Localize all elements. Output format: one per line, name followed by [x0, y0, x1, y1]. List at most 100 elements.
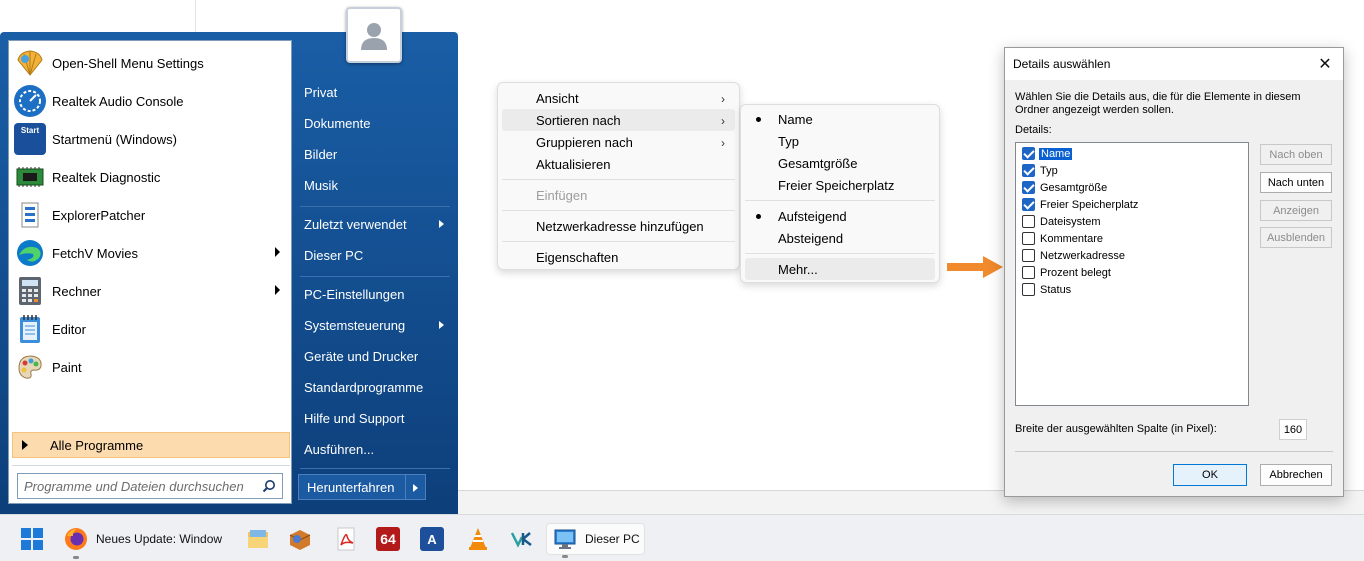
- checkbox-unchecked[interactable]: [1022, 215, 1035, 228]
- detail-row-status[interactable]: Status: [1022, 281, 1072, 298]
- sort-item-typ[interactable]: Typ: [745, 130, 935, 152]
- program-item-startmenu-windows[interactable]: Start Startmenü (Windows): [12, 121, 288, 157]
- program-item-open-shell-settings[interactable]: Open-Shell Menu Settings: [12, 45, 288, 81]
- search-input[interactable]: [24, 478, 252, 494]
- sort-item-name[interactable]: Name: [745, 108, 935, 130]
- detail-row-typ[interactable]: Typ: [1022, 162, 1059, 179]
- context-item-gruppieren-nach[interactable]: Gruppieren nach ›: [502, 131, 735, 153]
- detail-label: Freier Speicherplatz: [1040, 198, 1139, 211]
- sort-item-freier-speicherplatz[interactable]: Freier Speicherplatz: [745, 174, 935, 196]
- dialog-title-bar: Details auswählen: [1005, 48, 1343, 80]
- start-right-item-dieser-pc[interactable]: Dieser PC: [304, 242, 454, 268]
- move-down-button[interactable]: Nach unten: [1260, 172, 1332, 193]
- show-button[interactable]: Anzeigen: [1260, 200, 1332, 221]
- shutdown-button[interactable]: Herunterfahren: [298, 474, 406, 500]
- checkbox-checked[interactable]: [1022, 164, 1035, 177]
- detail-label: Gesamtgröße: [1040, 181, 1108, 194]
- checkbox-unchecked[interactable]: [1022, 249, 1035, 262]
- checkbox-checked[interactable]: [1022, 198, 1035, 211]
- sort-item-gesamtgroesse[interactable]: Gesamtgröße: [745, 152, 935, 174]
- column-width-input[interactable]: 160: [1279, 419, 1307, 440]
- taskbar-vk[interactable]: [510, 523, 534, 555]
- shutdown-options-button[interactable]: [406, 474, 426, 500]
- taskbar-pdf[interactable]: [334, 523, 358, 555]
- start-right-item-ausfuehren[interactable]: Ausführen...: [304, 436, 454, 462]
- start-right-item-zuletzt-verwendet[interactable]: Zuletzt verwendet: [304, 211, 454, 237]
- calculator-icon: [14, 275, 46, 307]
- search-icon[interactable]: [262, 479, 276, 493]
- taskbar-package[interactable]: [288, 523, 312, 555]
- checkbox-unchecked[interactable]: [1022, 266, 1035, 279]
- start-right-item-privat[interactable]: Privat: [304, 79, 454, 105]
- detail-row-gesamtgroesse[interactable]: Gesamtgröße: [1022, 179, 1108, 196]
- checkbox-unchecked[interactable]: [1022, 283, 1035, 296]
- start-right-item-geraete-drucker[interactable]: Geräte und Drucker: [304, 343, 454, 369]
- context-item-eigenschaften[interactable]: Eigenschaften: [502, 246, 735, 268]
- detail-row-freier-speicherplatz[interactable]: Freier Speicherplatz: [1022, 196, 1139, 213]
- start-right-item-standardprogramme[interactable]: Standardprogramme: [304, 374, 454, 400]
- program-item-rechner[interactable]: Rechner: [12, 273, 288, 309]
- sort-item-mehr[interactable]: Mehr...: [745, 258, 935, 280]
- context-item-sortieren-nach[interactable]: Sortieren nach ›: [502, 109, 735, 131]
- taskbar-font-app[interactable]: A: [420, 523, 444, 555]
- sort-item-aufsteigend[interactable]: Aufsteigend: [745, 205, 935, 227]
- user-icon: [361, 23, 387, 50]
- move-up-button[interactable]: Nach oben: [1260, 144, 1332, 165]
- start-right-item-musik[interactable]: Musik: [304, 172, 454, 198]
- taskbar-vlc[interactable]: [466, 523, 490, 555]
- start-right-item-hilfe-support[interactable]: Hilfe und Support: [304, 405, 454, 431]
- start-right-item-bilder[interactable]: Bilder: [304, 141, 454, 167]
- details-list[interactable]: Name Typ Gesamtgröße Freier Speicherplat…: [1015, 142, 1249, 406]
- program-item-paint[interactable]: Paint: [12, 349, 288, 385]
- item-label: Bilder: [304, 146, 338, 162]
- program-label: Editor: [52, 321, 86, 337]
- checkbox-unchecked[interactable]: [1022, 232, 1035, 245]
- taskbar-dieser-pc[interactable]: Dieser PC: [546, 523, 645, 558]
- explorerpatcher-icon: [14, 199, 46, 231]
- detail-row-kommentare[interactable]: Kommentare: [1022, 230, 1104, 247]
- program-item-explorerpatcher[interactable]: ExplorerPatcher: [12, 197, 288, 233]
- detail-label: Netzwerkadresse: [1040, 249, 1125, 262]
- ok-button[interactable]: OK: [1173, 464, 1247, 486]
- sort-item-absteigend[interactable]: Absteigend: [745, 227, 935, 249]
- start-right-item-pc-einstellungen[interactable]: PC-Einstellungen: [304, 281, 454, 307]
- checkbox-checked[interactable]: [1022, 181, 1035, 194]
- taskbar-firefox[interactable]: Neues Update: Window: [64, 523, 222, 559]
- detail-label: Dateisystem: [1040, 215, 1101, 228]
- realtek-audio-icon: [14, 85, 46, 117]
- close-icon[interactable]: ✕: [1315, 54, 1335, 74]
- taskbar-aida64[interactable]: 64: [376, 523, 400, 555]
- item-label: Ansicht: [536, 90, 579, 106]
- checkbox-checked[interactable]: [1022, 147, 1035, 160]
- context-item-netzwerkadresse[interactable]: Netzwerkadresse hinzufügen: [502, 215, 735, 237]
- context-item-ansicht[interactable]: Ansicht ›: [502, 87, 735, 109]
- taskbar-start-button[interactable]: [20, 523, 44, 555]
- program-item-realtek-diagnostic[interactable]: Realtek Diagnostic: [12, 159, 288, 195]
- all-programs-button[interactable]: Alle Programme: [12, 432, 290, 458]
- item-label: Mehr...: [778, 261, 818, 277]
- program-item-editor[interactable]: Editor: [12, 311, 288, 347]
- search-field[interactable]: [17, 473, 283, 499]
- context-menu: Ansicht › Sortieren nach › Gruppieren nach…: [497, 82, 740, 270]
- separator: [300, 206, 450, 207]
- program-item-fetchv-movies[interactable]: FetchV Movies: [12, 235, 288, 271]
- cancel-button[interactable]: Abbrechen: [1260, 464, 1332, 486]
- detail-label: Status: [1040, 283, 1072, 296]
- detail-label: Kommentare: [1040, 232, 1103, 245]
- start-right-item-dokumente[interactable]: Dokumente: [304, 110, 454, 136]
- taskbar-explorer[interactable]: [246, 523, 270, 555]
- context-item-aktualisieren[interactable]: Aktualisieren: [502, 153, 735, 175]
- start-right-item-systemsteuerung[interactable]: Systemsteuerung: [304, 312, 454, 338]
- paint-icon: [14, 351, 46, 383]
- item-label: Privat: [304, 84, 338, 100]
- item-label: Zuletzt verwendet: [304, 216, 407, 232]
- detail-row-dateisystem[interactable]: Dateisystem: [1022, 213, 1102, 230]
- detail-row-netzwerkadresse[interactable]: Netzwerkadresse: [1022, 247, 1126, 264]
- item-label: Aktualisieren: [536, 156, 611, 172]
- separator: [502, 179, 735, 180]
- hide-button[interactable]: Ausblenden: [1260, 227, 1332, 248]
- user-avatar[interactable]: [346, 7, 402, 63]
- detail-row-prozent-belegt[interactable]: Prozent belegt: [1022, 264, 1112, 281]
- program-item-realtek-audio[interactable]: Realtek Audio Console: [12, 83, 288, 119]
- detail-row-name[interactable]: Name: [1022, 145, 1073, 162]
